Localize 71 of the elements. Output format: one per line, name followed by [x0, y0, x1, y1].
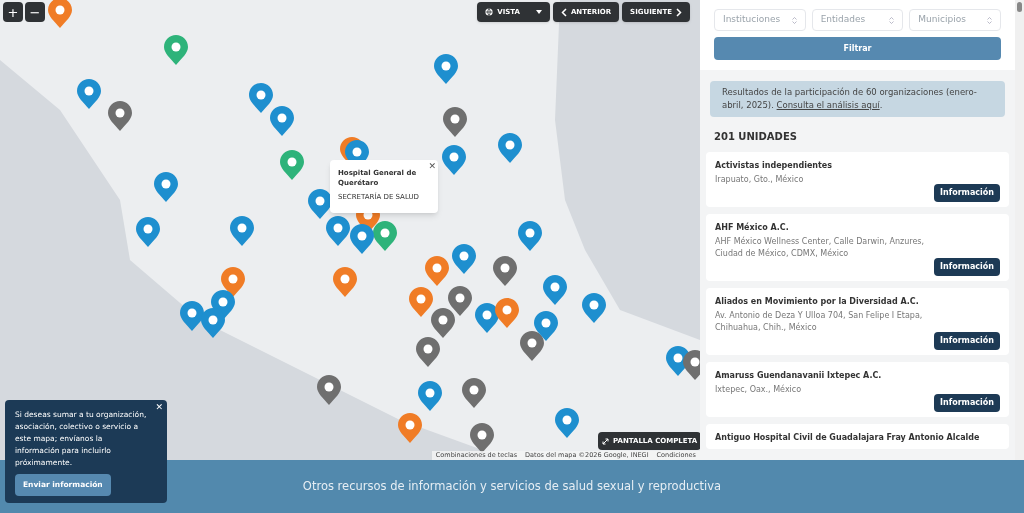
globe-icon	[485, 8, 494, 16]
sort-icon	[791, 16, 797, 24]
map-marker[interactable]	[373, 221, 397, 251]
map-marker[interactable]	[398, 413, 422, 443]
map-marker[interactable]	[48, 0, 72, 28]
sort-icon	[987, 16, 992, 24]
filter-button[interactable]: Filtrar	[714, 37, 1001, 60]
unit-address: Ixtepec, Oax., México	[715, 384, 803, 396]
unit-name: Amaruss Guendanavanii Ixtepec A.C.	[715, 370, 883, 382]
info-button[interactable]: Información	[934, 394, 1000, 412]
map-marker[interactable]	[77, 79, 101, 109]
map-marker[interactable]	[555, 408, 579, 438]
units-count: 201 UNIDADES	[713, 130, 798, 144]
unit-name: AHF México A.C.	[715, 222, 790, 234]
unit-address: Av. Antonio de Deza Y Ulloa 704, San Felipe I Etapa, Chihuahua, Chih., México	[715, 310, 924, 334]
zoom-in-button[interactable]: +	[3, 2, 23, 22]
chevron-left-icon	[560, 7, 567, 17]
close-button[interactable]: ✕	[428, 160, 436, 174]
map-marker[interactable]	[326, 216, 350, 246]
unit-name: Aliados en Movimiento por la Diversidad A.C.	[715, 296, 920, 308]
info-button[interactable]: Información	[934, 184, 1000, 202]
unit-name: Activistas independientes	[715, 160, 834, 172]
map-marker[interactable]	[543, 275, 567, 305]
map-marker[interactable]	[452, 244, 476, 274]
map-marker[interactable]	[443, 107, 467, 137]
map-marker[interactable]	[308, 189, 332, 219]
map-marker[interactable]	[448, 286, 472, 316]
caret-down-icon	[535, 10, 542, 14]
zoom-out-button[interactable]: −	[25, 2, 45, 22]
map-marker[interactable]	[317, 375, 341, 405]
chevron-right-icon	[676, 7, 682, 17]
close-button[interactable]: ✕	[155, 401, 163, 415]
map-marker[interactable]	[431, 308, 455, 338]
map-marker[interactable]	[493, 256, 517, 286]
map-marker[interactable]	[518, 221, 542, 251]
sort-icon	[889, 16, 895, 24]
map-marker[interactable]	[442, 145, 466, 175]
map-marker[interactable]	[409, 287, 433, 317]
map-marker[interactable]	[230, 216, 254, 246]
unit-address: Irapuato, Gto., México	[715, 174, 805, 186]
info-button[interactable]: Información	[934, 258, 1000, 276]
map-marker[interactable]	[201, 308, 225, 338]
unit-name: Antiguo Hospital Civil de Guadalajara Fray Antonio Alcalde	[715, 432, 981, 444]
map-marker[interactable]	[249, 83, 273, 113]
map-marker[interactable]	[154, 172, 178, 202]
map-marker[interactable]	[108, 101, 132, 131]
map-marker[interactable]	[425, 256, 449, 286]
map-marker[interactable]	[164, 35, 188, 65]
results-notice: Resultados de la participación de 60 organizaciones (enero-abril, 2025). Consulta el análisis aquí.	[710, 81, 1005, 117]
map-marker[interactable]	[475, 303, 499, 333]
map-marker[interactable]	[416, 337, 440, 367]
expand-icon	[602, 437, 609, 445]
map-marker[interactable]	[520, 331, 544, 361]
map-marker[interactable]	[498, 133, 522, 163]
map-marker[interactable]	[683, 350, 700, 380]
unit-address: AHF México Wellness Center, Calle Darwin, Anzures, Ciudad de México, CDMX, México	[715, 236, 926, 260]
map-marker[interactable]	[434, 54, 458, 84]
map-marker[interactable]	[418, 381, 442, 411]
info-button[interactable]: Información	[934, 332, 1000, 350]
map-marker[interactable]	[470, 423, 494, 453]
map-marker[interactable]	[270, 106, 294, 136]
map-marker[interactable]	[180, 301, 204, 331]
map-marker[interactable]	[136, 217, 160, 247]
map-marker[interactable]	[333, 267, 357, 297]
map-marker[interactable]	[462, 378, 486, 408]
map-marker[interactable]	[534, 311, 558, 341]
map-marker[interactable]	[495, 298, 519, 328]
map-marker[interactable]	[280, 150, 304, 180]
analysis-link[interactable]: Consulta el análisis aquí	[776, 100, 880, 110]
map-marker[interactable]	[350, 224, 374, 254]
map-marker[interactable]	[582, 293, 606, 323]
